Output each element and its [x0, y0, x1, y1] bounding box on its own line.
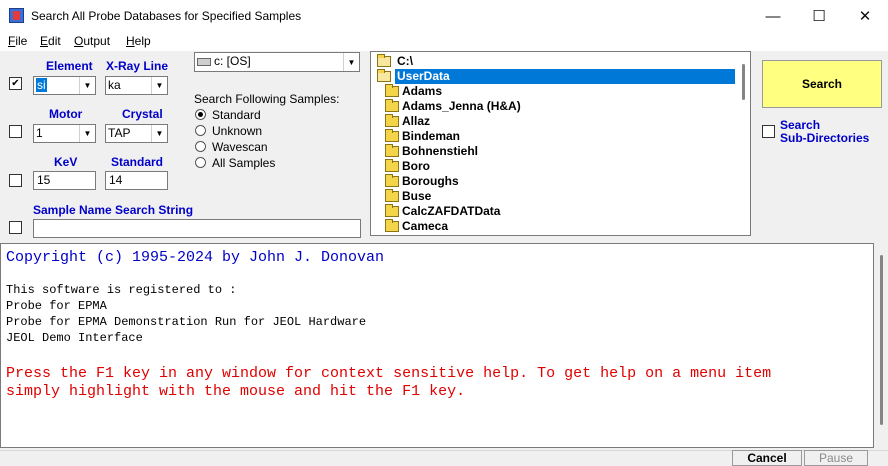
tree-item[interactable]: Bindeman: [385, 129, 460, 144]
standard-label: Standard: [111, 155, 164, 169]
log-scrollbar-thumb[interactable]: [880, 255, 883, 425]
tree-scrollbar-thumb[interactable]: [742, 64, 745, 100]
tree-item-userdata[interactable]: UserData: [377, 69, 735, 84]
kev-input[interactable]: 15: [33, 171, 96, 190]
standard-input[interactable]: 14: [105, 171, 168, 190]
tree-item[interactable]: CalcZAFDATData: [385, 204, 500, 219]
chevron-down-icon[interactable]: ▼: [151, 125, 167, 142]
log-registered: This software is registered to :: [6, 283, 237, 297]
folder-icon: [385, 189, 399, 202]
radio-wavescan-label: Wavescan: [212, 140, 268, 154]
crystal-select[interactable]: TAP ▼: [105, 124, 168, 143]
tree-item[interactable]: Boro: [385, 159, 430, 174]
radio-all-samples[interactable]: [195, 157, 206, 168]
maximize-button[interactable]: ☐: [796, 0, 842, 32]
subdirectories-checkbox[interactable]: [762, 125, 775, 138]
log-copyright: Copyright (c) 1995-2024 by John J. Donov…: [6, 249, 385, 266]
tree-item[interactable]: Adams: [385, 84, 442, 99]
tree-item[interactable]: Boroughs: [385, 174, 459, 189]
radio-unknown-label: Unknown: [212, 124, 263, 138]
kev-checkbox[interactable]: [9, 174, 22, 187]
chevron-down-icon[interactable]: ▼: [79, 77, 95, 94]
xray-line-select[interactable]: ka ▼: [105, 76, 168, 95]
drive-icon: [197, 57, 211, 66]
chevron-down-icon[interactable]: ▼: [151, 77, 167, 94]
log-help-line: Press the F1 key in any window for conte…: [6, 365, 772, 382]
sample-name-input[interactable]: [33, 219, 361, 238]
folder-icon: [385, 144, 399, 157]
pause-button[interactable]: Pause: [804, 450, 868, 466]
subdirectories-label: Search Sub-Directories: [780, 118, 870, 145]
cancel-button[interactable]: Cancel: [732, 450, 802, 466]
minimize-button[interactable]: —: [750, 0, 796, 32]
radio-all-samples-label: All Samples: [212, 156, 276, 170]
kev-label: KeV: [54, 155, 78, 169]
radio-standard-label: Standard: [212, 108, 261, 122]
crystal-value: TAP: [108, 126, 131, 140]
log-line: Probe for EPMA: [6, 299, 107, 313]
folder-icon: [385, 204, 399, 217]
sample-type-heading: Search Following Samples:: [194, 92, 340, 106]
folder-icon: [385, 174, 399, 187]
xray-line-label: X-Ray Line: [106, 59, 169, 73]
element-checkbox[interactable]: ✔: [9, 77, 22, 90]
folder-icon: [385, 219, 399, 232]
tree-item[interactable]: Allaz: [385, 114, 430, 129]
folder-icon: [385, 99, 399, 112]
search-button[interactable]: Search: [762, 60, 882, 108]
chevron-down-icon[interactable]: ▼: [79, 125, 95, 142]
sample-name-label: Sample Name Search String: [33, 203, 194, 217]
xray-line-value: ka: [108, 78, 121, 92]
element-label: Element: [46, 59, 93, 73]
motor-value: 1: [36, 126, 43, 140]
radio-unknown[interactable]: [195, 125, 206, 136]
motor-select[interactable]: 1 ▼: [33, 124, 96, 143]
log-line: Probe for EPMA Demonstration Run for JEO…: [6, 315, 367, 329]
folder-icon: [385, 84, 399, 97]
menu-edit[interactable]: Edit: [40, 34, 61, 48]
log-output[interactable]: Copyright (c) 1995-2024 by John J. Donov…: [0, 243, 874, 448]
motor-label: Motor: [49, 107, 83, 121]
menu-help[interactable]: Help: [126, 34, 151, 48]
close-button[interactable]: ✕: [842, 0, 888, 32]
app-icon: [9, 8, 24, 23]
log-help-line: simply highlight with the mouse and hit …: [6, 383, 466, 400]
element-value: si: [36, 78, 47, 92]
motor-checkbox[interactable]: [9, 125, 22, 138]
element-select[interactable]: si ▼: [33, 76, 96, 95]
tree-item[interactable]: Cameca: [385, 219, 448, 234]
tree-item[interactable]: Buse: [385, 189, 431, 204]
drive-value: c: [OS]: [214, 54, 251, 68]
chevron-down-icon[interactable]: ▼: [343, 53, 359, 71]
tree-item[interactable]: Adams_Jenna (H&A): [385, 99, 521, 114]
window-title: Search All Probe Databases for Specified…: [31, 9, 302, 23]
open-folder-icon: [377, 69, 391, 82]
log-line: JEOL Demo Interface: [6, 331, 143, 345]
radio-standard[interactable]: [195, 109, 206, 120]
sample-name-checkbox[interactable]: [9, 221, 22, 234]
crystal-label: Crystal: [122, 107, 163, 121]
drive-select[interactable]: c: [OS] ▼: [194, 52, 360, 72]
folder-tree[interactable]: C:\ UserData Adams Adams_Jenna (H&A) All…: [370, 51, 751, 236]
folder-icon: [385, 114, 399, 127]
menu-file[interactable]: File: [8, 34, 27, 48]
tree-root[interactable]: C:\: [377, 54, 413, 69]
menu-output[interactable]: Output: [74, 34, 110, 48]
tree-item[interactable]: Bohnenstiehl: [385, 144, 478, 159]
folder-icon: [385, 129, 399, 142]
radio-wavescan[interactable]: [195, 141, 206, 152]
open-folder-icon: [377, 54, 391, 67]
folder-icon: [385, 159, 399, 172]
